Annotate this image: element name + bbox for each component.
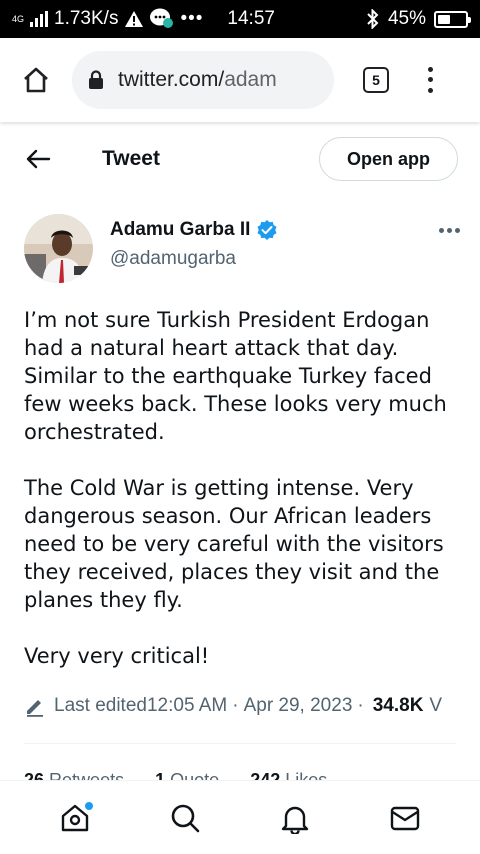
nav-search[interactable] <box>161 794 209 842</box>
retweets-stat[interactable]: 26 Retweets <box>24 770 124 780</box>
tweet-meta: Last edited 12:05 AM · Apr 29, 2023 · 34.… <box>24 692 480 720</box>
mail-icon <box>390 806 420 830</box>
divider <box>24 743 456 744</box>
tweet-author: Adamu Garba II @adamugarba <box>24 214 460 284</box>
browser-toolbar: twitter.com/adam 5 <box>0 38 480 122</box>
browser-menu-button[interactable] <box>418 60 442 100</box>
tweet-paragraph: I’m not sure Turkish President Erdogan h… <box>24 308 447 444</box>
back-button[interactable] <box>22 143 54 175</box>
author-handle[interactable]: @adamugarba <box>110 248 278 270</box>
search-icon <box>171 804 200 832</box>
network-badge: 4G <box>12 13 25 24</box>
views-count: 34.8K <box>372 695 424 716</box>
avatar[interactable] <box>24 214 93 283</box>
likes-stat[interactable]: 242 Likes <box>250 770 327 780</box>
network-speed: 1.73K/s <box>54 8 119 29</box>
author-info: Adamu Garba II @adamugarba <box>110 214 278 284</box>
url-path: adam <box>224 68 277 91</box>
retweets-label: Retweets <box>49 770 125 780</box>
verified-badge-icon <box>257 220 277 240</box>
address-bar[interactable]: twitter.com/adam <box>72 51 334 109</box>
open-app-button[interactable]: Open app <box>319 137 458 181</box>
page-title: Tweet <box>102 147 160 170</box>
tweet-stats: 26 Retweets 1 Quote 242 Likes <box>24 770 464 780</box>
nav-messages[interactable] <box>381 794 429 842</box>
tab-count: 5 <box>363 67 389 93</box>
browser-home-button[interactable] <box>14 58 58 102</box>
edit-pencil-icon <box>27 700 43 717</box>
bluetooth-icon <box>367 9 379 29</box>
messenger-icon <box>150 8 174 28</box>
tweet-paragraph: The Cold War is getting intense. Very da… <box>24 476 444 612</box>
status-time: 14:57 <box>227 8 275 29</box>
quotes-count: 1 <box>155 770 166 780</box>
nav-home[interactable] <box>51 794 99 842</box>
last-edited-label[interactable]: Last edited <box>54 695 147 717</box>
battery-icon <box>434 10 471 28</box>
tweet-header: Tweet Open app <box>0 136 480 182</box>
likes-count: 242 <box>250 770 281 780</box>
bell-icon <box>281 806 309 834</box>
edited-time[interactable]: 12:05 AM <box>147 695 227 717</box>
signal-icon <box>30 11 49 27</box>
unread-dot <box>85 801 93 810</box>
author-name[interactable]: Adamu Garba II <box>110 219 250 241</box>
tweet-date[interactable]: Apr 29, 2023 <box>244 695 353 717</box>
quotes-stat[interactable]: 1 Quote <box>155 770 219 780</box>
home-icon <box>24 67 48 93</box>
url-text: twitter.com/adam <box>118 68 277 92</box>
tweet-text: I’m not sure Turkish President Erdogan h… <box>24 306 464 698</box>
url-domain: twitter.com/ <box>118 68 225 91</box>
likes-label: Likes <box>285 770 328 780</box>
quotes-label: Quote <box>170 770 220 780</box>
more-options-button[interactable] <box>439 222 460 242</box>
lock-icon <box>89 70 103 89</box>
bottom-nav <box>0 780 480 854</box>
more-notifications-icon: ••• <box>180 8 204 29</box>
back-arrow-icon <box>26 149 51 169</box>
battery-percent: 45% <box>387 8 426 29</box>
tweet-paragraph: Very very critical! <box>24 644 210 668</box>
views-label: V <box>429 695 443 716</box>
warning-icon <box>125 11 144 27</box>
tab-switcher-button[interactable]: 5 <box>358 62 394 98</box>
nav-notifications[interactable] <box>271 794 319 842</box>
retweets-count: 26 <box>24 770 45 780</box>
status-bar: 4G 1.73K/s ••• 14:57 45% <box>0 0 480 38</box>
